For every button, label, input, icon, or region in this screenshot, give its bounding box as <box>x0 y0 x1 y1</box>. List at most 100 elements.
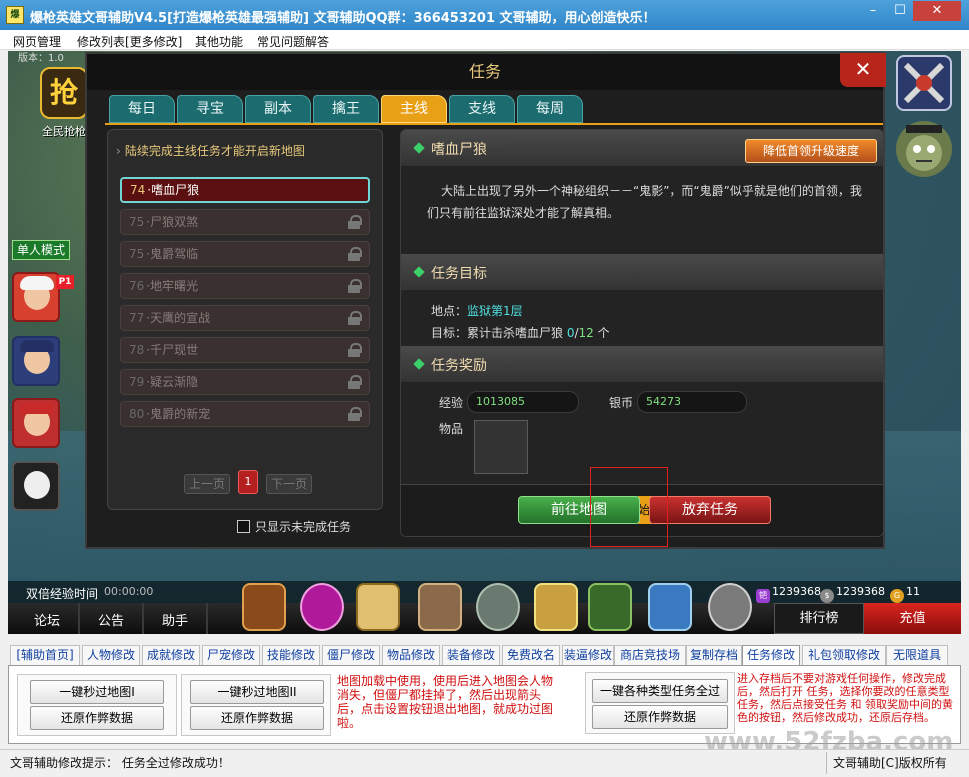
tab-item-mod[interactable]: 物品修改 <box>382 645 440 665</box>
map-skip-note: 地图加载中使用，使用后进入地图会人物消失，但僵尸都挂掉了，然后出现箭头后，点击设… <box>337 674 554 730</box>
bullets-icon[interactable] <box>534 583 578 631</box>
menu-bar: 网页管理 修改列表[更多修改] 其他功能 常见问题解答 <box>0 30 969 50</box>
quest-item[interactable]: 74 ·嗜血尸狼 <box>120 177 370 203</box>
tab-weekly[interactable]: 每周 <box>517 95 583 123</box>
player-avatar-1[interactable] <box>12 272 60 322</box>
tab-treasure[interactable]: 寻宝 <box>177 95 243 123</box>
recharge-button[interactable]: 充值 <box>864 603 961 634</box>
page-number[interactable]: 1 <box>238 470 258 494</box>
tab-boss[interactable]: 擒王 <box>313 95 379 123</box>
exp-value: 1013085 <box>467 391 579 413</box>
tab-show-off-mod[interactable]: 装逼修改 <box>562 645 614 665</box>
highlight-box <box>590 467 668 547</box>
tab-shop-arena[interactable]: 商店竞技场 <box>614 645 686 665</box>
menu-faq[interactable]: 常见问题解答 <box>257 33 329 50</box>
quest-list-header: › 陆续完成主线任务才能开启新地图 <box>116 144 305 158</box>
quest-item[interactable]: 79 ·疑云渐隐 <box>120 369 370 395</box>
quest-item[interactable]: 75 ·尸狼双煞 <box>120 209 370 235</box>
shop-icon[interactable] <box>648 583 692 631</box>
tab-equipment-mod[interactable]: 装备修改 <box>442 645 500 665</box>
skip-map-2-button[interactable]: 一键秒过地图II <box>190 680 324 704</box>
tab-gift-claim-mod[interactable]: 礼包领取修改 <box>802 645 886 665</box>
quest-item[interactable]: 76 ·地牢曙光 <box>120 273 370 299</box>
menu-other-functions[interactable]: 其他功能 <box>195 33 243 50</box>
player-avatar-4[interactable] <box>12 461 60 511</box>
scroll-icon[interactable] <box>356 583 400 631</box>
menu-web-manage[interactable]: 网页管理 <box>13 33 61 50</box>
silver-coin-icon: $ <box>820 589 834 603</box>
title-bar: 爆 爆枪英雄文哥辅助V4.5[打造爆枪英雄最强辅助] 文哥辅助QQ群：36645… <box>0 0 969 30</box>
tab-unlimited-items[interactable]: 无限道具 <box>886 645 948 665</box>
lock-icon <box>347 279 362 293</box>
single-mode-badge[interactable]: 单人模式 <box>12 240 70 260</box>
tab-zombie-mod[interactable]: 僵尸修改 <box>322 645 380 665</box>
tab-task-mod[interactable]: 任务修改 <box>742 645 800 666</box>
quest-item[interactable]: 80 ·鬼爵的新宠 <box>120 401 370 427</box>
window-title: 爆枪英雄文哥辅助V4.5[打造爆枪英雄最强辅助] 文哥辅助QQ群：3664532… <box>30 11 656 26</box>
reward-item-slot[interactable] <box>474 420 528 474</box>
quest-item[interactable]: 78 ·千尸现世 <box>120 337 370 363</box>
complete-all-tasks-button[interactable]: 一键各种类型任务全过 <box>592 679 728 703</box>
forum-link[interactable]: 论坛 <box>34 610 60 629</box>
status-message: 文哥辅助修改提示： 任务全过修改成功！ <box>10 756 230 770</box>
tab-dungeon[interactable]: 副本 <box>245 95 311 123</box>
zombie-head-icon[interactable] <box>476 583 520 631</box>
minimize-button[interactable]: – <box>859 1 887 21</box>
tab-main-line[interactable]: 主线 <box>381 95 447 123</box>
map-skip-group-2: 一键秒过地图II 还原作弊数据 <box>181 674 331 736</box>
quest-item[interactable]: 75 ·鬼爵驾临 <box>120 241 370 267</box>
player-avatar-2[interactable] <box>12 336 60 386</box>
exp-label: 经验 <box>439 396 464 410</box>
tab-skill-mod[interactable]: 技能修改 <box>262 645 320 665</box>
dialog-close-button[interactable]: ✕ <box>840 53 886 87</box>
p1-badge: P1 <box>56 275 74 289</box>
soldier-icon[interactable] <box>588 583 632 631</box>
double-exp-label: 双倍经验时间 <box>26 587 99 601</box>
lock-icon <box>347 407 362 421</box>
tab-assist-home[interactable]: [辅助首页] <box>10 645 80 665</box>
skill-gem-icon[interactable] <box>300 583 344 631</box>
maximize-button[interactable]: ☐ <box>887 1 913 21</box>
tabs-underline <box>105 123 883 125</box>
crossed-guns-icon[interactable] <box>896 55 952 111</box>
announcement-link[interactable]: 公告 <box>98 610 124 629</box>
gem-icon: 钯 <box>756 589 770 603</box>
skip-map-1-button[interactable]: 一键秒过地图I <box>30 680 164 704</box>
next-page-button[interactable]: 下一页 <box>266 474 312 494</box>
prev-page-button[interactable]: 上一页 <box>184 474 230 494</box>
tab-side-line[interactable]: 支线 <box>449 95 515 123</box>
restore-cheat-button-3[interactable]: 还原作弊数据 <box>592 705 728 729</box>
silver-value: 54273 <box>637 391 747 413</box>
backpack-icon[interactable] <box>242 583 286 631</box>
only-undone-checkbox[interactable]: 只显示未完成任务 <box>237 518 351 535</box>
reduce-boss-speed-button[interactable]: 降低首领升级速度 <box>745 139 877 163</box>
hammer-icon[interactable] <box>418 583 462 631</box>
tab-daily[interactable]: 每日 <box>109 95 175 123</box>
restore-cheat-button-1[interactable]: 还原作弊数据 <box>30 706 164 730</box>
assistant-link[interactable]: 助手 <box>162 610 188 629</box>
currency-gems: 钯 1239368 <box>756 584 821 603</box>
diamond-icon <box>413 266 425 278</box>
game-logo-icon[interactable]: 抢 <box>40 67 88 119</box>
tool-tabs: [辅助首页] 人物修改 成就修改 尸宠修改 技能修改 僵尸修改 物品修改 装备修… <box>8 645 961 666</box>
quest-item[interactable]: 77 ·天鹰的宣战 <box>120 305 370 331</box>
game-viewport[interactable]: 版本：1.0 抢 全民抢枪 单人模式 P1 任务 ✕ 每日 寻宝 副本 擒王 主… <box>8 51 961 634</box>
map-skip-group-1: 一键秒过地图I 还原作弊数据 <box>17 674 177 736</box>
goal-target: 目标：累计击杀嗜血尸狼 0/12 个 <box>431 326 610 340</box>
status-bar: 文哥辅助修改提示： 任务全过修改成功！ 文哥辅助[C]版权所有 <box>0 749 969 777</box>
tab-achievement-mod[interactable]: 成就修改 <box>142 645 200 665</box>
diamond-icon <box>413 358 425 370</box>
ranking-button[interactable]: 排行榜 <box>774 603 864 634</box>
zombie-graduate-icon[interactable] <box>896 121 952 177</box>
gear-icon[interactable] <box>708 583 752 631</box>
currency-gold: G 11 <box>890 584 920 603</box>
tab-copy-save[interactable]: 复制存档 <box>686 645 742 665</box>
dialog-title: 任务 <box>87 54 883 90</box>
restore-cheat-button-2[interactable]: 还原作弊数据 <box>190 706 324 730</box>
tab-character-mod[interactable]: 人物修改 <box>82 645 140 665</box>
tab-pet-mod[interactable]: 尸宠修改 <box>202 645 260 665</box>
close-button[interactable]: ✕ <box>913 1 961 21</box>
tab-free-rename[interactable]: 免费改名 <box>502 645 560 665</box>
menu-mod-list[interactable]: 修改列表[更多修改] <box>77 33 182 50</box>
player-avatar-3[interactable] <box>12 398 60 448</box>
